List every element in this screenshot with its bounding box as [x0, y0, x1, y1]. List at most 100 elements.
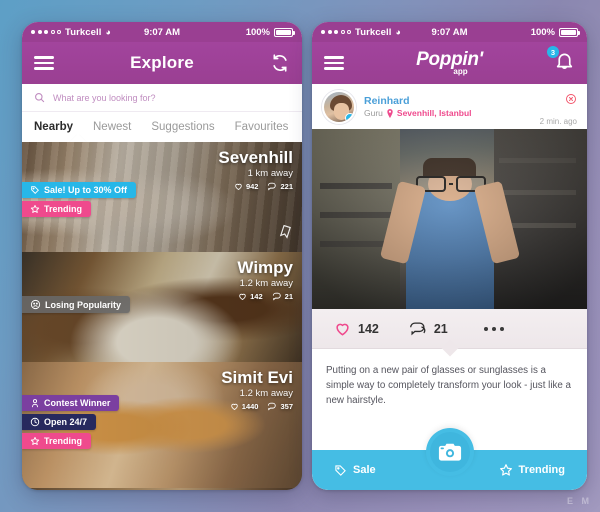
post-role: Guru [364, 107, 383, 118]
badge-label: Trending [44, 436, 82, 446]
clock-icon [30, 417, 40, 427]
post-caption: Putting on a new pair of glasses or sung… [326, 365, 572, 407]
close-circle-icon[interactable] [565, 92, 577, 110]
card-info: Simit Evi 1.2 km away 1440 357 [221, 369, 293, 411]
bottom-sale-label: Sale [353, 464, 376, 476]
post-photo-glasses-store[interactable] [312, 129, 587, 309]
battery-icon [274, 27, 295, 37]
page-title: Explore [130, 53, 194, 72]
card-badges: Sale! Up to 30% Off Trending [22, 182, 137, 217]
like-button[interactable]: 142 [334, 321, 379, 337]
logo-sub-text: app [453, 67, 468, 76]
like-count: 142 [358, 321, 379, 336]
tag-icon [31, 186, 39, 194]
badge-label: Trending [44, 204, 82, 214]
like-count: 942 [245, 181, 259, 191]
tab-bar: Nearby Newest Suggestions Favourites [22, 112, 302, 142]
card-badges: Losing Popularity [22, 296, 131, 313]
card-title: Sevenhill [218, 148, 293, 167]
post-timestamp: 2 min. ago [539, 117, 577, 126]
online-status-dot [345, 112, 354, 122]
signal-dots-icon [321, 30, 351, 34]
bookmark-icon[interactable] [279, 224, 291, 243]
tab-favourites[interactable]: Favourites [235, 121, 289, 133]
feed-card-simit-evi[interactable]: Simit Evi 1.2 km away 1440 357 Contest W… [22, 362, 302, 488]
card-distance: 1 km away [247, 167, 293, 179]
status-bar-right: Turkcell ◕ 9:07 AM 100% [312, 22, 587, 42]
sad-face-icon [30, 299, 41, 310]
bottom-trending-button[interactable]: Trending [499, 463, 565, 477]
card-distance: 1.2 km away [239, 277, 293, 289]
badge-sale[interactable]: Sale! Up to 30% Off [22, 182, 137, 198]
signal-dots-icon [31, 30, 61, 34]
camera-button[interactable] [425, 428, 474, 476]
comment-icon [272, 292, 281, 301]
explore-feed[interactable]: Sevenhill 1 km away 942 221 Sale! Up to … [22, 142, 302, 490]
tab-nearby[interactable]: Nearby [34, 121, 73, 133]
battery-icon [559, 27, 580, 37]
badge-label: Sale! Up to 30% Off [44, 185, 128, 195]
battery-percent: 100% [530, 26, 555, 38]
comment-icon [268, 402, 277, 411]
badge-losing-popularity[interactable]: Losing Popularity [22, 296, 131, 313]
avatar[interactable] [322, 89, 356, 124]
camera-icon [438, 443, 461, 461]
badge-contest-winner[interactable]: Contest Winner [22, 395, 120, 411]
refresh-icon[interactable] [270, 53, 290, 73]
feed-card-sevenhill[interactable]: Sevenhill 1 km away 942 221 Sale! Up to … [22, 142, 302, 252]
post-location[interactable]: Sevenhill, Istanbul [397, 108, 472, 119]
tag-icon [335, 464, 346, 476]
post-username[interactable]: Reinhard [364, 95, 472, 108]
comment-count: 357 [280, 401, 293, 411]
wifi-icon: ◕ [105, 27, 111, 37]
post-action-bar: 142 21 [312, 309, 587, 357]
trophy-icon [32, 399, 38, 408]
feed-card-pilav-yurt[interactable]: Pilav Yurt [22, 488, 302, 490]
heart-icon [239, 293, 246, 300]
badge-label: Open 24/7 [44, 417, 88, 427]
tab-newest[interactable]: Newest [93, 121, 131, 133]
like-count: 142 [250, 291, 263, 301]
bell-badge-count: 3 [547, 46, 559, 58]
comment-icon [268, 182, 277, 191]
app-logo: Poppin' app [312, 50, 587, 76]
badge-trending[interactable]: Trending [22, 433, 91, 449]
card-distance: 1.2 km away [239, 387, 293, 399]
star-icon [499, 464, 512, 476]
active-tab-pointer [69, 133, 87, 142]
badge-label: Losing Popularity [45, 299, 122, 310]
badge-trending[interactable]: Trending [22, 201, 91, 217]
search-bar[interactable] [22, 84, 302, 112]
card-info: Wimpy 1.2 km away 142 21 [237, 259, 293, 301]
more-dots-icon[interactable] [483, 326, 504, 331]
bottom-sale-button[interactable]: Sale [334, 464, 376, 477]
post-meta: Guru Sevenhill, Istanbul [364, 108, 472, 119]
card-title: Simit Evi [221, 368, 293, 387]
watermark: E M [566, 496, 592, 506]
logo-main-text: Poppin' [416, 49, 483, 70]
bell-icon[interactable]: 3 [547, 46, 575, 76]
carrier-label: Turkcell [65, 26, 102, 38]
comment-button[interactable]: 21 [409, 321, 448, 337]
phone-right-post: Turkcell ◕ 9:07 AM 100% Poppin' app 3 Re… [312, 22, 587, 490]
card-overlay [22, 488, 302, 490]
search-icon [35, 93, 45, 103]
card-stats: 142 21 [237, 292, 293, 301]
badge-open-247[interactable]: Open 24/7 [22, 414, 97, 430]
star-icon [30, 205, 40, 213]
feed-card-wimpy[interactable]: Wimpy 1.2 km away 142 21 Losing Populari… [22, 252, 302, 362]
bottom-trending-label: Trending [518, 464, 565, 476]
card-stats: 942 221 [218, 182, 293, 191]
comment-icon [409, 321, 426, 335]
nav-bar-right: Poppin' app 3 [312, 42, 587, 84]
tab-suggestions[interactable]: Suggestions [151, 121, 214, 133]
heart-icon [235, 183, 242, 190]
location-pin-icon [387, 108, 393, 118]
like-count: 1440 [241, 401, 259, 411]
wifi-icon: ◕ [395, 27, 401, 37]
nav-bar-left: Explore [22, 42, 302, 84]
carrier-label: Turkcell [355, 26, 392, 38]
search-input[interactable] [53, 92, 290, 103]
post-header: Reinhard Guru Sevenhill, Istanbul 2 min.… [312, 84, 587, 129]
card-title: Wimpy [237, 258, 293, 277]
